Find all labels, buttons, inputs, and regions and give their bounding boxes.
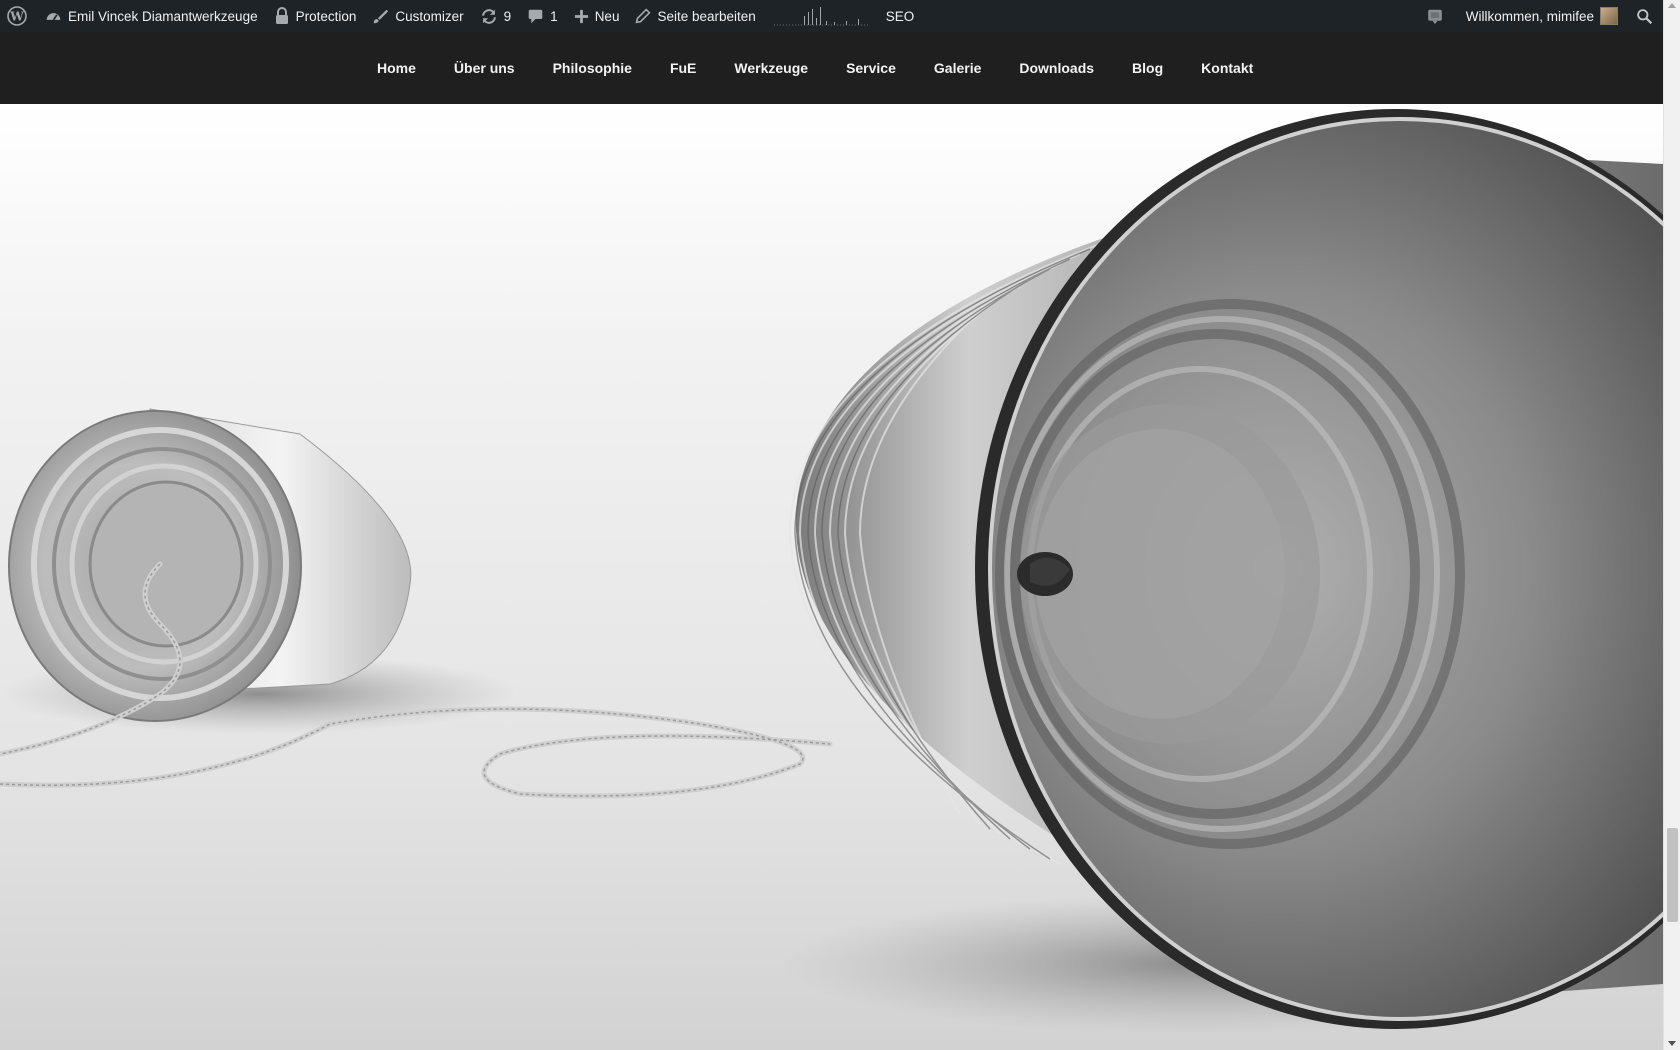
scroll-thumb[interactable] (1667, 828, 1678, 922)
comments-menu[interactable]: 1 (519, 0, 566, 32)
nav-ueber-uns[interactable]: Über uns (435, 60, 534, 76)
notification-bubble-icon (1426, 8, 1444, 25)
new-label: Neu (594, 8, 620, 24)
nav-kontakt[interactable]: Kontakt (1182, 60, 1272, 76)
protection-menu[interactable]: Protection (266, 0, 365, 32)
plus-icon (574, 9, 589, 24)
site-header: Home Über uns Philosophie FuE Werkzeuge … (0, 32, 1663, 104)
new-content-menu[interactable]: Neu (566, 0, 628, 32)
nav-blog[interactable]: Blog (1113, 60, 1182, 76)
my-account-menu[interactable]: Willkommen, mimifee (1458, 0, 1626, 32)
nav-home[interactable]: Home (358, 60, 435, 76)
hero-image (0, 104, 1663, 1050)
nav-philosophie[interactable]: Philosophie (534, 60, 651, 76)
edit-page-menu[interactable]: Seite bearbeiten (627, 0, 763, 32)
welcome-label: Willkommen, mimifee (1465, 8, 1594, 24)
nav-downloads[interactable]: Downloads (1000, 60, 1113, 76)
notification-menu[interactable] (1412, 0, 1458, 32)
lock-icon (274, 7, 290, 25)
page-scrollbar[interactable] (1663, 0, 1680, 1050)
nav-werkzeuge[interactable]: Werkzeuge (715, 60, 827, 76)
scroll-down-icon[interactable] (1668, 1041, 1676, 1046)
admin-bar-right: Willkommen, mimifee (1412, 0, 1663, 32)
updates-menu[interactable]: 9 (472, 0, 520, 32)
svg-text:W: W (9, 10, 24, 24)
sparkline-icon (766, 6, 876, 26)
nav-fue[interactable]: FuE (651, 60, 715, 76)
seo-menu[interactable]: SEO (878, 0, 923, 32)
admin-bar-left: W Emil Vincek Diamantwerkzeuge Protectio… (0, 0, 922, 32)
wordpress-menu[interactable]: W (0, 0, 37, 32)
avatar (1600, 7, 1618, 25)
updates-count: 9 (503, 8, 512, 24)
protection-label: Protection (295, 8, 357, 24)
speech-bubble-icon (527, 8, 544, 25)
nav-service[interactable]: Service (827, 60, 915, 76)
tin-can-telephone-image (0, 104, 1663, 1050)
pencil-icon (635, 8, 651, 24)
stats-menu[interactable] (764, 0, 878, 32)
customizer-menu[interactable]: Customizer (364, 0, 471, 32)
nav-galerie[interactable]: Galerie (915, 60, 1000, 76)
comments-count: 1 (550, 8, 558, 24)
seo-label: SEO (885, 8, 915, 24)
edit-page-label: Seite bearbeiten (657, 8, 756, 24)
admin-bar: W Emil Vincek Diamantwerkzeuge Protectio… (0, 0, 1663, 32)
main-menu: Home Über uns Philosophie FuE Werkzeuge … (358, 32, 1272, 104)
site-name-menu[interactable]: Emil Vincek Diamantwerkzeuge (37, 0, 266, 32)
scroll-up-icon[interactable] (1668, 3, 1676, 8)
search-icon (1636, 8, 1653, 25)
paintbrush-icon (372, 8, 389, 25)
dashboard-gauge-icon (45, 8, 62, 25)
search-toggle[interactable] (1626, 0, 1663, 32)
site-name-label: Emil Vincek Diamantwerkzeuge (68, 8, 258, 24)
wordpress-logo-icon: W (7, 6, 27, 26)
customizer-label: Customizer (395, 8, 464, 24)
refresh-icon (480, 8, 498, 25)
